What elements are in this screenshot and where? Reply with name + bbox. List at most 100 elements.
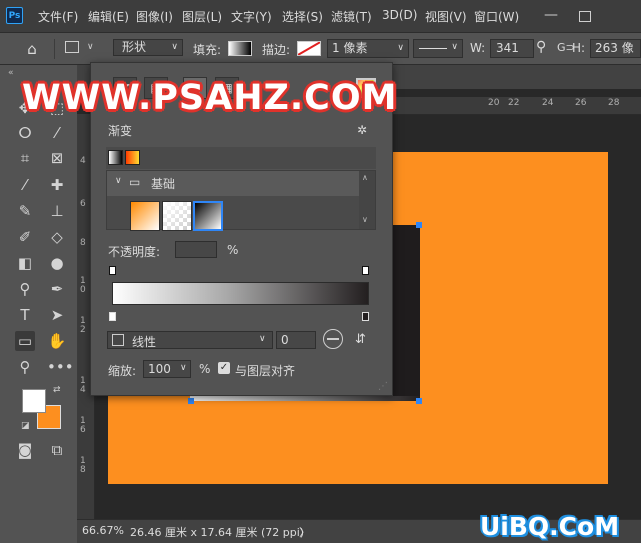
width-label: W: bbox=[470, 41, 486, 55]
opacity-label: 不透明度: bbox=[108, 245, 161, 259]
hand-tool-icon[interactable]: ✋ bbox=[47, 331, 67, 351]
opacity-stop-left[interactable] bbox=[109, 266, 116, 275]
preset-scrollbar[interactable]: ∧ ∨ bbox=[359, 171, 375, 229]
blur-tool-icon[interactable]: ● bbox=[47, 253, 67, 273]
transform-handle[interactable] bbox=[416, 222, 422, 228]
search-icon[interactable]: ⚲ bbox=[536, 39, 546, 55]
foreground-color-swatch[interactable] bbox=[22, 389, 46, 413]
color-stop-left[interactable] bbox=[109, 312, 116, 321]
ruler-label: 4 bbox=[80, 156, 86, 166]
menu-window[interactable]: 窗口(W) bbox=[474, 8, 519, 25]
chevron-right-icon[interactable]: 〉 bbox=[299, 524, 310, 540]
ruler-label: 1 4 bbox=[80, 376, 86, 395]
document-size: 26.46 厘米 x 17.64 厘米 (72 ppi) bbox=[130, 526, 305, 539]
reverse-gradient-icon[interactable]: ⇵ bbox=[355, 332, 366, 347]
healing-brush-icon[interactable]: ✚ bbox=[47, 175, 67, 195]
align-with-layer-checkbox[interactable]: ✓ bbox=[218, 362, 230, 374]
menu-layer[interactable]: 图层(L) bbox=[182, 8, 222, 25]
scale-input[interactable]: 100 ∨ bbox=[143, 360, 191, 378]
gradient-ramp[interactable] bbox=[112, 282, 369, 305]
eyedropper-icon[interactable]: ⁄ bbox=[15, 175, 35, 195]
preset-folder-row[interactable]: ∨ ▭ 基础 bbox=[107, 171, 359, 196]
ruler-label: 22 bbox=[508, 98, 520, 108]
menu-file[interactable]: 文件(F) bbox=[38, 8, 78, 25]
chevron-down-icon[interactable]: ∨ bbox=[87, 42, 94, 52]
maximize-icon[interactable] bbox=[575, 6, 595, 26]
fill-label: 填充: bbox=[193, 43, 222, 57]
stroke-width-select[interactable]: 1 像素 ∨ bbox=[327, 39, 409, 58]
lasso-tool-icon[interactable]: ⵔ bbox=[15, 123, 35, 143]
menu-select[interactable]: 选择(S) bbox=[282, 8, 323, 25]
stroke-swatch[interactable] bbox=[297, 41, 321, 56]
menu-bar: Ps 文件(F) 编辑(E) 图像(I) 图层(L) 文字(Y) 选择(S) 滤… bbox=[0, 0, 641, 32]
scale-label: 缩放: bbox=[108, 364, 137, 378]
settings-gear-icon[interactable]: ✲ bbox=[357, 123, 367, 137]
height-input[interactable]: 263 像 bbox=[590, 39, 641, 58]
recent-gradient-swatch[interactable] bbox=[125, 150, 140, 165]
minimize-icon[interactable]: — bbox=[541, 6, 561, 26]
recent-gradients bbox=[106, 147, 376, 169]
options-bar: ⌂ ∨ 形状 ∨ 填充: 描边: 1 像素 ∨ ∨ W: 341 像 ⚲ G⊃ … bbox=[0, 32, 641, 65]
opacity-stop-right[interactable] bbox=[362, 266, 369, 275]
preset-white-transparent[interactable] bbox=[162, 201, 192, 231]
menu-3d[interactable]: 3D(D) bbox=[382, 8, 417, 22]
ruler-label: 8 bbox=[80, 238, 86, 248]
angle-input[interactable]: 0 bbox=[276, 331, 316, 349]
ruler-label: 1 0 bbox=[80, 276, 86, 295]
chevron-down-icon: ∨ bbox=[171, 42, 178, 52]
scale-unit: % bbox=[199, 362, 211, 376]
crop-tool-icon[interactable]: ⌗ bbox=[15, 148, 35, 168]
ruler-label: 20 bbox=[488, 98, 500, 108]
collapse-panel-icon[interactable]: « bbox=[8, 68, 13, 78]
menu-edit[interactable]: 编辑(E) bbox=[88, 8, 129, 25]
ruler-label: 1 8 bbox=[80, 456, 86, 475]
eraser-icon[interactable]: ◇ bbox=[47, 227, 67, 247]
quick-mask-icon[interactable]: ◙ bbox=[15, 440, 35, 460]
frame-tool-icon[interactable]: ⊠ bbox=[47, 148, 67, 168]
type-tool-icon[interactable]: T bbox=[15, 305, 35, 325]
scale-value: 100 bbox=[148, 362, 171, 376]
menu-image[interactable]: 图像(I) bbox=[136, 8, 173, 25]
linear-style-icon bbox=[112, 334, 124, 346]
zoom-level[interactable]: 66.67% bbox=[82, 524, 124, 537]
swap-colors-icon[interactable]: ⇄ bbox=[53, 385, 61, 395]
gradient-style-value: 线性 bbox=[132, 335, 157, 349]
align-with-layer-label: 与图层对齐 bbox=[235, 364, 296, 378]
transform-handle[interactable] bbox=[188, 398, 194, 404]
more-tools-icon[interactable]: ••• bbox=[47, 357, 74, 377]
home-icon[interactable]: ⌂ bbox=[22, 39, 42, 59]
path-selection-icon[interactable]: ➤ bbox=[47, 305, 67, 325]
magic-wand-icon[interactable]: ⁄ bbox=[47, 123, 67, 143]
zoom-tool-icon[interactable]: ⚲ bbox=[15, 357, 35, 377]
transform-handle[interactable] bbox=[416, 398, 422, 404]
recent-gradient-swatch[interactable] bbox=[108, 150, 123, 165]
fill-swatch[interactable] bbox=[228, 41, 252, 56]
preset-orange-white[interactable] bbox=[130, 201, 160, 231]
clone-stamp-icon[interactable]: ⊥ bbox=[47, 201, 67, 221]
default-colors-icon[interactable]: ◪ bbox=[21, 421, 30, 431]
dodge-tool-icon[interactable]: ⚲ bbox=[15, 279, 35, 299]
shape-mode-value: 形状 bbox=[122, 40, 147, 54]
pen-tool-icon[interactable]: ✒ bbox=[47, 279, 67, 299]
menu-filter[interactable]: 滤镜(T) bbox=[331, 8, 372, 25]
rectangle-tool-preset-icon[interactable] bbox=[65, 41, 79, 53]
angle-value: 0 bbox=[281, 333, 289, 347]
chevron-down-icon[interactable]: ∨ bbox=[115, 176, 122, 186]
resize-grip-icon[interactable]: ⋰ bbox=[378, 381, 388, 392]
menu-view[interactable]: 视图(V) bbox=[425, 8, 467, 25]
width-input[interactable]: 341 像 bbox=[490, 39, 534, 58]
gradient-style-select[interactable]: 线性 ∨ bbox=[107, 331, 273, 349]
watermark-top: WWW.PSAHZ.COM bbox=[22, 78, 398, 118]
color-stop-right[interactable] bbox=[362, 312, 369, 321]
history-brush-icon[interactable]: ✐ bbox=[15, 227, 35, 247]
brush-tool-icon[interactable]: ✎ bbox=[15, 201, 35, 221]
gradient-tool-icon[interactable]: ◧ bbox=[15, 253, 35, 273]
preset-black-white[interactable] bbox=[193, 201, 223, 231]
angle-dial-icon[interactable] bbox=[323, 329, 343, 349]
rectangle-tool-icon[interactable]: ▭ bbox=[15, 331, 35, 351]
opacity-input[interactable] bbox=[175, 241, 217, 258]
screen-mode-icon[interactable]: ⧉ bbox=[47, 440, 67, 460]
menu-type[interactable]: 文字(Y) bbox=[231, 8, 272, 25]
shape-mode-select[interactable]: 形状 ∨ bbox=[113, 39, 183, 56]
stroke-type-select[interactable]: ∨ bbox=[413, 39, 463, 58]
